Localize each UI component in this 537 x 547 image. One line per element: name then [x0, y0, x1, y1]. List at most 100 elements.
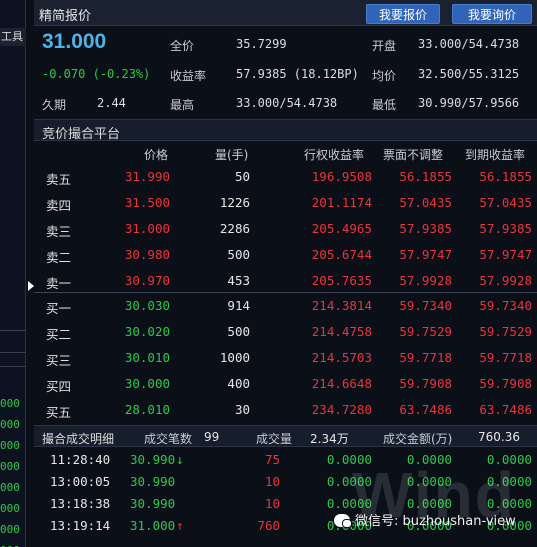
- trade-volume-label: 成交量: [256, 432, 293, 446]
- order-price: 30.970: [124, 273, 170, 288]
- order-exercise-yield: 214.6648: [311, 376, 372, 391]
- order-exercise-yield: 205.6744: [311, 247, 372, 262]
- order-qty: 30: [234, 402, 250, 417]
- order-exercise-yield: 214.4758: [311, 324, 372, 339]
- sell-order-row[interactable]: 卖五 31.990 50 196.9508 56.1855 56.1855: [34, 164, 537, 190]
- order-maturity-yield: 63.7486: [479, 402, 532, 417]
- watermark-text: 微信号: buzhoushan-view: [355, 514, 516, 529]
- order-maturity-yield: 57.9747: [479, 247, 532, 262]
- order-exercise-yield: 214.5703: [311, 350, 372, 365]
- order-exercise-yield: 214.3814: [311, 298, 372, 313]
- bid-platform-header: 竞价撮合平台: [34, 119, 537, 142]
- open-label: 开盘: [372, 39, 397, 53]
- left-value: 000: [0, 502, 20, 515]
- buy-order-row[interactable]: 买二 30.020 500 214.4758 59.7529 59.7529: [34, 319, 537, 345]
- order-level-label: 买三: [46, 353, 72, 368]
- trade-price: 30.990: [130, 474, 176, 489]
- order-qty: 914: [227, 298, 250, 313]
- order-level-label: 卖一: [46, 276, 72, 291]
- order-price: 31.500: [124, 195, 170, 210]
- trade-time: 11:28:40: [50, 452, 111, 467]
- order-price: 31.000: [124, 221, 170, 236]
- order-coupon-adj: 59.7340: [399, 298, 452, 313]
- col-exercise-yield: 行权收益率: [304, 148, 365, 162]
- order-qty: 453: [227, 273, 250, 288]
- high-label: 最高: [170, 98, 195, 112]
- high-value: 33.000/54.4738: [236, 96, 338, 110]
- col-coupon-adj: 票面不调整: [383, 148, 444, 162]
- left-divider: [0, 366, 26, 367]
- left-value: 000: [0, 523, 20, 536]
- order-coupon-adj: 63.7486: [399, 402, 452, 417]
- order-maturity-yield: 59.7529: [479, 324, 532, 339]
- trade-count-label: 成交笔数: [144, 432, 193, 446]
- full-price-label: 全价: [170, 39, 195, 53]
- left-divider: [0, 330, 26, 331]
- bid-platform-title: 竞价撮合平台: [42, 127, 121, 142]
- trade-qty: 760: [257, 518, 280, 533]
- wechat-watermark: 微信号: buzhoushan-view: [334, 510, 516, 529]
- trade-qty: 10: [264, 496, 280, 511]
- order-price: 28.010: [124, 402, 170, 417]
- order-level-label: 卖二: [46, 250, 72, 265]
- trade-price: 30.990: [130, 496, 176, 511]
- buy-order-row[interactable]: 买五 28.010 30 234.7280 63.7486 63.7486: [34, 397, 537, 423]
- left-value: 000: [0, 418, 20, 431]
- order-coupon-adj: 57.0435: [399, 195, 452, 210]
- order-price: 31.990: [124, 169, 170, 184]
- left-panel-strip: 工具 000 000 000 000 000 000 000 000: [0, 0, 26, 547]
- trade-qty: 75: [264, 452, 280, 467]
- wechat-icon: [334, 514, 352, 528]
- trade-price: 30.990: [130, 452, 176, 467]
- order-book-header: 价格 量(手) 行权收益率 票面不调整 到期收益率: [34, 143, 537, 163]
- order-maturity-yield: 59.7718: [479, 350, 532, 365]
- last-price: 31.000: [42, 30, 107, 53]
- order-coupon-adj: 57.9928: [399, 273, 452, 288]
- sell-order-row[interactable]: 卖四 31.500 1226 201.1174 57.0435 57.0435: [34, 190, 537, 216]
- order-qty: 500: [227, 247, 250, 262]
- open-value: 33.000/54.4738: [418, 37, 520, 51]
- yield-label: 收益率: [170, 69, 207, 83]
- trade-price: 31.000: [130, 518, 176, 533]
- term-label: 久期: [42, 98, 67, 112]
- submit-quote-button[interactable]: 我要报价: [366, 4, 440, 24]
- order-coupon-adj: 59.7908: [399, 376, 452, 391]
- order-level-label: 买一: [46, 301, 72, 316]
- sell-order-row[interactable]: 卖二 30.980 500 205.6744 57.9747 57.9747: [34, 242, 537, 268]
- order-maturity-yield: 59.7908: [479, 376, 532, 391]
- buy-order-row[interactable]: 买四 30.000 400 214.6648 59.7908 59.7908: [34, 371, 537, 397]
- order-maturity-yield: 57.9928: [479, 273, 532, 288]
- order-level-label: 买四: [46, 379, 72, 394]
- order-coupon-adj: 59.7718: [399, 350, 452, 365]
- order-qty: 1000: [219, 350, 250, 365]
- quote-summary: 31.000 全价 35.7299 开盘 33.000/54.4738 -0.0…: [34, 27, 537, 119]
- panel-title: 精简报价: [39, 9, 92, 24]
- order-price: 30.010: [124, 350, 170, 365]
- order-price: 30.030: [124, 298, 170, 313]
- order-level-label: 买二: [46, 327, 72, 342]
- yield-value: 57.9385 (18.12BP): [236, 67, 359, 81]
- buy-order-row[interactable]: 买三 30.010 1000 214.5703 59.7718 59.7718: [34, 345, 537, 371]
- trade-time: 13:18:38: [50, 496, 111, 511]
- order-qty: 1226: [219, 195, 250, 210]
- low-label: 最低: [372, 98, 397, 112]
- order-level-label: 卖四: [46, 198, 72, 213]
- order-coupon-adj: 59.7529: [399, 324, 452, 339]
- left-tool-label[interactable]: 工具: [0, 28, 26, 46]
- order-exercise-yield: 196.9508: [311, 169, 372, 184]
- order-price: 30.000: [124, 376, 170, 391]
- sell-order-row[interactable]: 卖一 30.970 453 205.7635 57.9928 57.9928: [34, 268, 537, 294]
- order-exercise-yield: 205.4965: [311, 221, 372, 236]
- sell-order-row[interactable]: 卖三 31.000 2286 205.4965 57.9385 57.9385: [34, 216, 537, 242]
- order-exercise-yield: 205.7635: [311, 273, 372, 288]
- col-price: 价格: [144, 148, 169, 162]
- buy-order-row[interactable]: 买一 30.030 914 214.3814 59.7340 59.7340: [34, 293, 537, 319]
- submit-inquiry-button[interactable]: 我要询价: [452, 4, 532, 24]
- trade-time: 13:00:05: [50, 474, 111, 489]
- order-level-label: 卖三: [46, 224, 72, 239]
- col-maturity-yield: 到期收益率: [465, 148, 526, 162]
- quote-panel: 精简报价 我要报价 我要询价 31.000 全价 35.7299 开盘 33.0…: [34, 0, 537, 547]
- trade-volume-value: 2.34万: [310, 432, 349, 446]
- trade-amount-value: 760.36: [478, 430, 520, 444]
- avg-value: 32.500/55.3125: [418, 67, 520, 81]
